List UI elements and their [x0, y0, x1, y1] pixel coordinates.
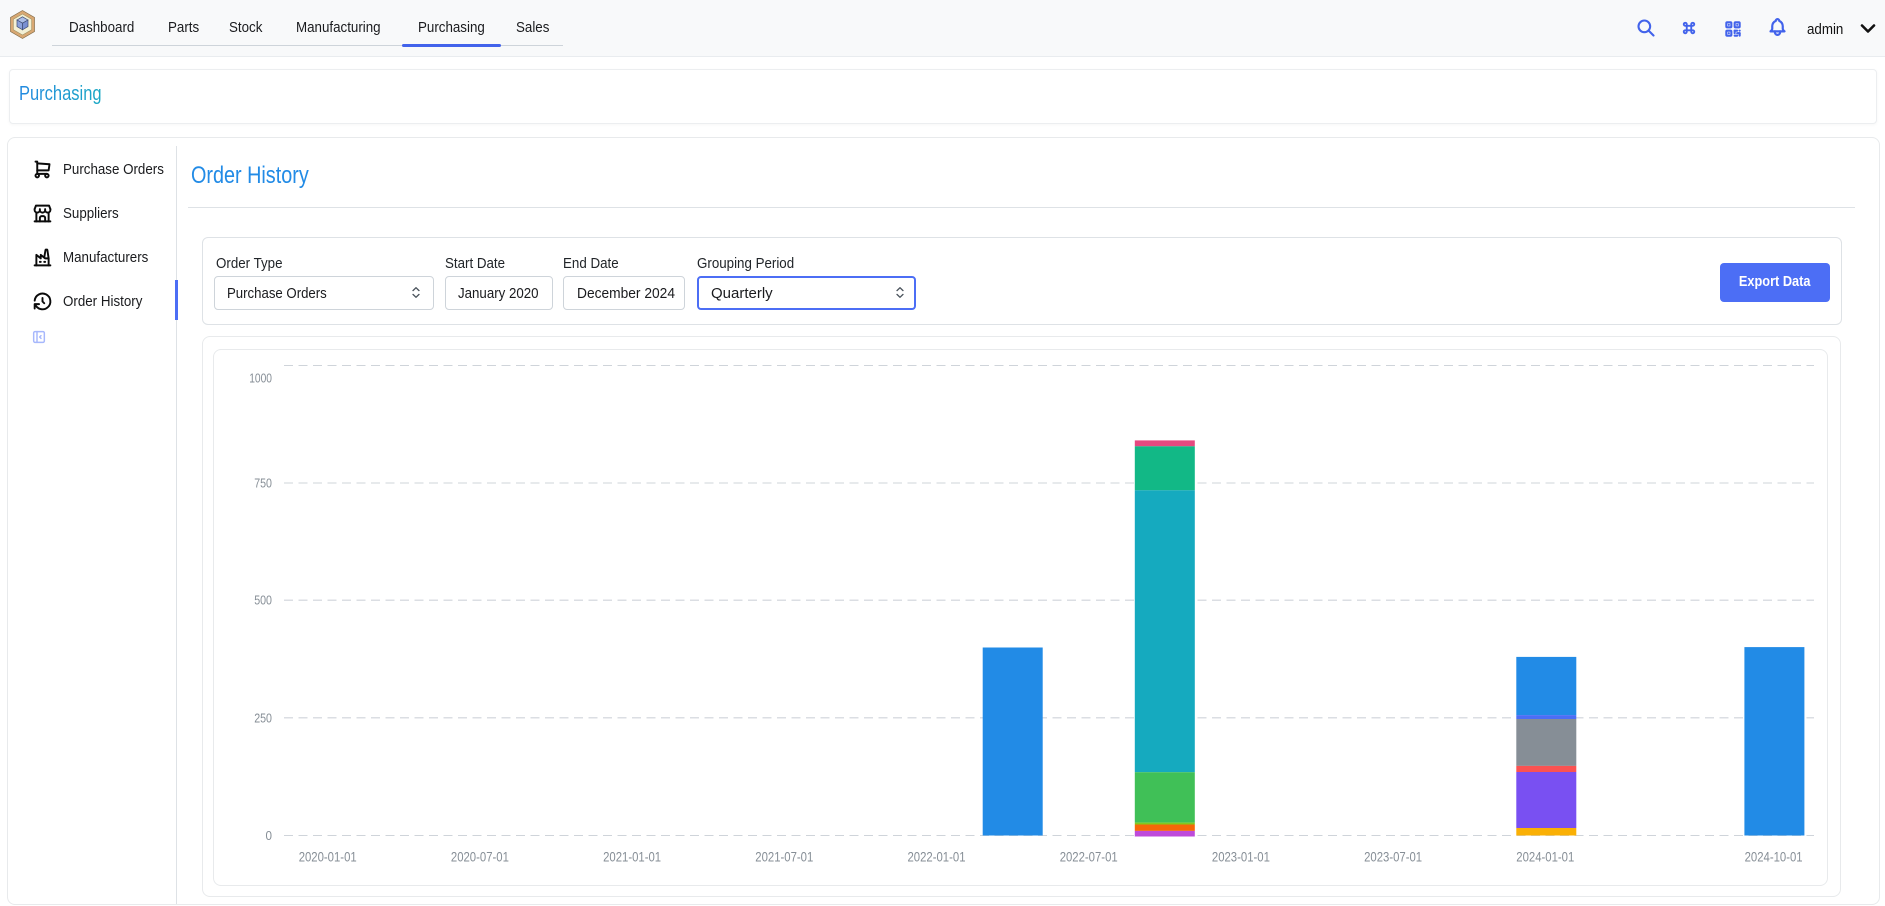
svg-text:2020-07-01: 2020-07-01	[451, 849, 509, 864]
svg-text:2022-07-01: 2022-07-01	[1060, 849, 1118, 864]
svg-text:2023-01-01: 2023-01-01	[1212, 849, 1270, 864]
svg-text:2024-01-01: 2024-01-01	[1517, 849, 1575, 864]
svg-text:1000: 1000	[250, 370, 273, 385]
svg-text:2021-07-01: 2021-07-01	[756, 849, 814, 864]
svg-text:750: 750	[255, 475, 273, 490]
svg-text:2024-10-01: 2024-10-01	[1745, 849, 1803, 864]
svg-text:250: 250	[255, 710, 273, 725]
svg-text:2020-01-01: 2020-01-01	[299, 849, 357, 864]
svg-text:2021-01-01: 2021-01-01	[603, 849, 661, 864]
svg-text:500: 500	[255, 592, 273, 607]
svg-text:0: 0	[266, 828, 273, 843]
svg-text:2022-01-01: 2022-01-01	[908, 849, 966, 864]
svg-text:2023-07-01: 2023-07-01	[1364, 849, 1422, 864]
